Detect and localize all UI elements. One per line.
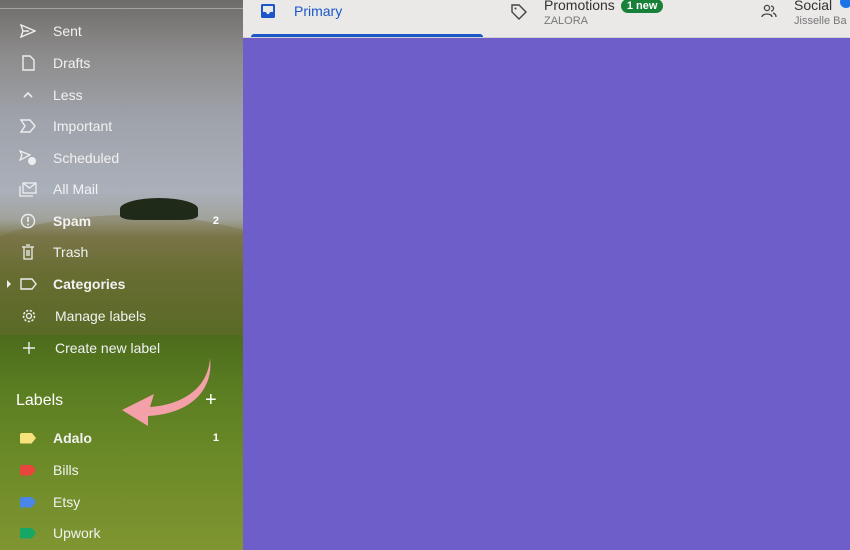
send-icon bbox=[18, 21, 38, 41]
sidebar-item-categories[interactable]: Categories bbox=[0, 270, 243, 298]
tab-social[interactable]: Social Jisselle Ba bbox=[751, 0, 850, 37]
tab-label: Primary bbox=[294, 3, 343, 19]
label-name: Bills bbox=[53, 462, 79, 478]
sidebar-item-all-mail[interactable]: All Mail bbox=[0, 175, 243, 203]
label-outline-icon bbox=[18, 274, 38, 294]
sidebar-item-label: Less bbox=[53, 87, 83, 103]
label-item-upwork[interactable]: Upwork bbox=[0, 519, 243, 547]
spam-icon bbox=[18, 211, 38, 231]
label-item-adalo[interactable]: Adalo 1 bbox=[0, 424, 243, 452]
sidebar-item-manage-labels[interactable]: Manage labels bbox=[0, 302, 243, 330]
inbox-icon bbox=[260, 3, 278, 21]
scheduled-icon bbox=[18, 148, 38, 168]
chevron-up-icon bbox=[18, 85, 38, 105]
tab-sender: ZALORA bbox=[544, 15, 589, 27]
tab-label: Social bbox=[794, 0, 833, 13]
trash-icon bbox=[18, 242, 38, 262]
sidebar-item-scheduled[interactable]: Scheduled bbox=[0, 144, 243, 172]
label-name: Upwork bbox=[53, 525, 101, 541]
sidebar-item-label: Spam bbox=[53, 213, 92, 229]
label-item-bills[interactable]: Bills bbox=[0, 456, 243, 484]
add-label-button[interactable]: + bbox=[205, 390, 217, 410]
divider bbox=[0, 8, 243, 9]
unread-count: 2 bbox=[212, 215, 219, 227]
all-mail-icon bbox=[18, 179, 38, 199]
sidebar-item-less[interactable]: Less bbox=[0, 81, 243, 109]
sidebar-item-spam[interactable]: Spam 2 bbox=[0, 207, 243, 235]
tab-label: Promotions bbox=[544, 0, 615, 13]
people-icon bbox=[760, 3, 778, 21]
label-name: Etsy bbox=[53, 494, 81, 510]
sidebar-item-label: Sent bbox=[53, 23, 82, 39]
gear-icon bbox=[19, 306, 39, 326]
sidebar-item-important[interactable]: Important bbox=[0, 112, 243, 140]
annotation-arrow bbox=[122, 358, 211, 426]
label-tag-icon bbox=[18, 523, 38, 543]
new-badge: 1 new bbox=[620, 0, 664, 13]
label-tag-icon bbox=[18, 428, 38, 448]
labels-heading: Labels bbox=[16, 392, 64, 409]
label-name: Adalo bbox=[53, 430, 92, 446]
sidebar-item-label: Categories bbox=[53, 276, 126, 292]
sidebar-item-label: Trash bbox=[53, 244, 89, 260]
active-tab-indicator bbox=[251, 34, 483, 37]
expand-caret-icon[interactable] bbox=[7, 280, 11, 288]
tag-icon bbox=[510, 3, 528, 21]
sidebar-item-label: Scheduled bbox=[53, 150, 120, 166]
sidebar-item-label: Important bbox=[53, 118, 113, 134]
important-icon bbox=[18, 116, 38, 136]
category-tabs: Primary Promotions 1 new ZALORA Social Ji… bbox=[243, 0, 850, 38]
label-tag-icon bbox=[18, 492, 38, 512]
main-content: Primary Promotions 1 new ZALORA Social Ji… bbox=[243, 0, 850, 550]
tab-promotions[interactable]: Promotions 1 new ZALORA bbox=[503, 0, 743, 37]
sidebar-item-label: All Mail bbox=[53, 181, 99, 197]
plus-icon bbox=[19, 338, 39, 358]
sidebar-item-sent[interactable]: Sent bbox=[0, 17, 243, 45]
social-badge bbox=[840, 0, 850, 8]
sidebar-item-trash[interactable]: Trash bbox=[0, 238, 243, 266]
sidebar-item-label: Drafts bbox=[53, 55, 91, 71]
unread-count: 1 bbox=[212, 432, 219, 444]
label-item-etsy[interactable]: Etsy bbox=[0, 488, 243, 516]
tab-sender: Jisselle Ba bbox=[794, 15, 847, 27]
sidebar-item-drafts[interactable]: Drafts bbox=[0, 49, 243, 77]
sidebar-item-label: Manage labels bbox=[55, 308, 147, 324]
label-tag-icon bbox=[18, 460, 38, 480]
sidebar: Sent Drafts Less Important Scheduled All… bbox=[0, 0, 243, 550]
draft-icon bbox=[18, 53, 38, 73]
tab-primary[interactable]: Primary bbox=[243, 0, 488, 37]
